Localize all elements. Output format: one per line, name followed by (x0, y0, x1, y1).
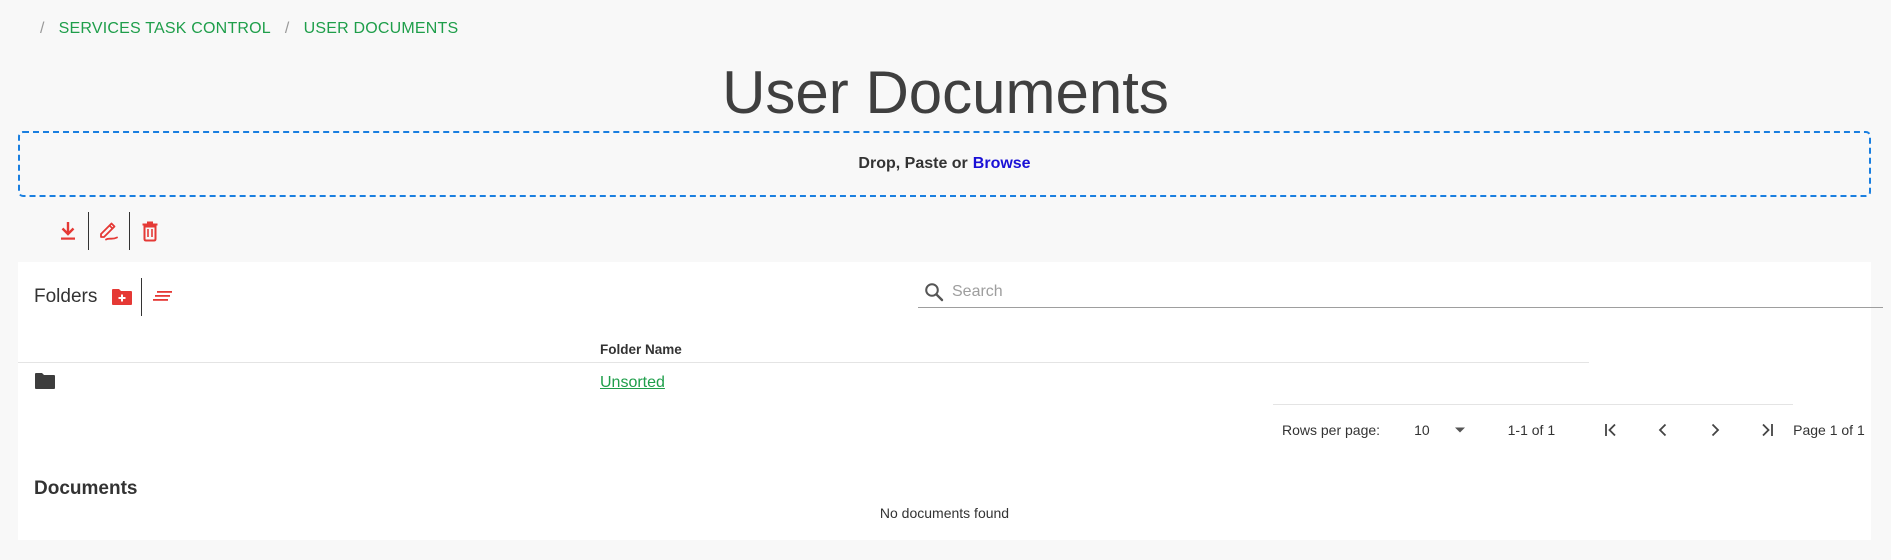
file-dropzone[interactable]: Drop, Paste or Browse (18, 131, 1871, 197)
first-page-icon (1605, 423, 1616, 437)
folders-title: Folders (34, 286, 98, 307)
pagination-range: 1-1 of 1 (1507, 422, 1556, 438)
search-icon (918, 282, 950, 302)
sort-icon (153, 291, 173, 301)
chevron-right-icon (1711, 423, 1720, 437)
browse-link[interactable]: Browse (973, 155, 1031, 173)
pagination-divider (1273, 404, 1793, 405)
breadcrumb-separator: / (284, 20, 290, 37)
column-header-folder-name[interactable]: Folder Name (600, 342, 682, 357)
previous-page-button[interactable] (1637, 412, 1689, 448)
breadcrumb-separator: / (40, 20, 45, 37)
rows-per-page-label: Rows per page: (1282, 422, 1381, 438)
folder-icon (34, 372, 56, 395)
add-folder-button[interactable] (107, 278, 137, 316)
search-input[interactable] (950, 282, 1883, 301)
chevron-left-icon (1658, 423, 1667, 437)
sort-button[interactable] (148, 278, 178, 316)
folders-header: Folders (34, 278, 178, 316)
breadcrumb: / SERVICES TASK CONTROL / USER DOCUMENTS (40, 20, 472, 38)
folder-search (918, 276, 1883, 308)
breadcrumb-services-task-control[interactable]: SERVICES TASK CONTROL (59, 20, 271, 38)
page-title: User Documents (722, 59, 1169, 126)
delete-icon (142, 221, 158, 242)
download-icon (61, 222, 75, 240)
document-toolbar (48, 212, 170, 250)
empty-documents-message: No documents found (879, 505, 1010, 521)
edit-button[interactable] (89, 212, 129, 250)
page: / SERVICES TASK CONTROL / USER DOCUMENTS… (0, 0, 1891, 560)
rows-per-page-select[interactable]: 10 (1414, 422, 1466, 438)
rows-per-page-value: 10 (1414, 422, 1430, 438)
folders-table-header: Folder Name (18, 342, 1589, 363)
page-indicator: Page 1 of 1 (1793, 422, 1865, 438)
download-button[interactable] (48, 212, 88, 250)
first-page-button[interactable] (1585, 412, 1637, 448)
breadcrumb-user-documents[interactable]: USER DOCUMENTS (304, 20, 459, 38)
delete-button[interactable] (130, 212, 170, 250)
folders-header-divider (141, 278, 143, 316)
documents-title: Documents (34, 478, 138, 499)
table-row: Unsorted (18, 364, 1589, 404)
folder-add-icon (112, 289, 133, 305)
last-page-icon (1762, 423, 1774, 437)
dropzone-text: Drop, Paste or (858, 155, 968, 172)
next-page-button[interactable] (1689, 412, 1741, 448)
documents-panel: Folders Search Folder Name Unsorted Rows… (18, 262, 1883, 540)
last-page-button[interactable] (1741, 412, 1793, 448)
folders-pagination: Rows per page: 10 1-1 of 1 Page 1 of 1 (1282, 412, 1865, 448)
folder-name-link[interactable]: Unsorted (600, 374, 665, 392)
caret-down-icon (1454, 427, 1465, 433)
edit-icon (100, 222, 118, 241)
